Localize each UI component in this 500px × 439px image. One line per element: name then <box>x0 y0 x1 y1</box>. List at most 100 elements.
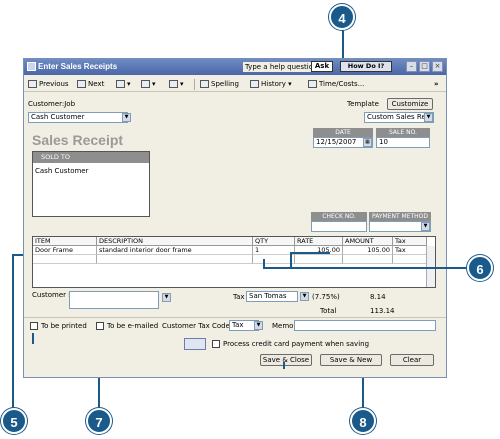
history-icon <box>250 80 259 88</box>
cell-description[interactable]: standard interior door frame <box>97 246 253 255</box>
toolbar-separator <box>194 79 195 90</box>
previous-icon <box>28 80 37 88</box>
callout-5-top <box>32 333 34 344</box>
callout-6-top <box>290 252 330 254</box>
sale-no-header: SALE NO. <box>376 128 430 137</box>
check-no-header: CHECK NO. <box>311 212 367 221</box>
col-description: DESCRIPTION <box>97 237 253 246</box>
tax-label: Tax <box>233 293 245 301</box>
callout-5: 5 <box>1 408 27 434</box>
tax-amount: 8.14 <box>370 293 386 301</box>
window-icon <box>27 62 36 71</box>
empty-cell[interactable] <box>33 255 97 264</box>
cell-item[interactable]: Door Frame <box>33 246 97 255</box>
toolbar: Previous Next ▾ ▾ ▾ Spelling History ▾ T… <box>24 76 446 92</box>
payment-method-header: PAYMENT METHOD <box>369 212 431 221</box>
empty-cell[interactable] <box>295 255 343 264</box>
history-button[interactable]: History ▾ <box>250 79 292 90</box>
time-icon <box>308 80 317 88</box>
empty-cell[interactable] <box>253 255 295 264</box>
callout-4: 4 <box>329 4 355 30</box>
form-title: Sales Receipt <box>32 132 124 148</box>
callout-6-vline-a <box>263 259 265 269</box>
close-button[interactable]: × <box>432 61 443 72</box>
memo-label: Memo <box>272 322 294 330</box>
callout-6: 6 <box>467 255 493 281</box>
cell-tax[interactable]: Tax <box>393 246 427 255</box>
to-be-emailed-label: To be e-mailed <box>107 322 159 330</box>
customer-message-field[interactable] <box>69 291 159 309</box>
sold-to-text: Cash Customer <box>35 167 89 175</box>
save-new-button[interactable]: Save & New <box>320 354 382 366</box>
empty-cell[interactable] <box>97 255 253 264</box>
email-icon <box>141 80 150 88</box>
find-icon <box>169 80 178 88</box>
payment-dropdown-icon[interactable]: ▼ <box>421 222 430 231</box>
how-do-i-button[interactable]: How Do I? <box>340 61 392 72</box>
template-label: Template <box>347 100 379 108</box>
spelling-icon <box>200 80 209 88</box>
ask-button[interactable]: Ask <box>311 61 333 72</box>
save-close-button[interactable]: Save & Close <box>260 354 312 366</box>
sales-receipt-window: Enter Sales Receipts Type a help questio… <box>23 58 447 378</box>
calendar-icon[interactable]: ▦ <box>363 138 372 147</box>
minimize-button[interactable]: – <box>406 61 417 72</box>
tax-rate: (7.75%) <box>312 293 340 301</box>
date-header: DATE <box>313 128 373 137</box>
sold-to-header: SOLD TO <box>33 152 149 163</box>
to-be-emailed-checkbox[interactable] <box>96 322 104 330</box>
tax-field[interactable]: San Tomas <box>246 291 298 302</box>
toolbar-more-icon[interactable]: » <box>434 79 439 90</box>
print-icon <box>116 80 125 88</box>
check-no-field[interactable] <box>311 221 367 232</box>
sale-no-field[interactable]: 10 <box>376 137 430 148</box>
find-button[interactable]: ▾ <box>169 79 184 90</box>
maximize-button[interactable]: □ <box>419 61 430 72</box>
customer-tax-code-label: Customer Tax Code <box>162 322 230 330</box>
callout-6-hline <box>263 267 468 269</box>
callout-8-v1 <box>283 362 285 369</box>
credit-card-label: Process credit card payment when saving <box>223 340 370 348</box>
col-rate: RATE <box>295 237 343 246</box>
empty-cell[interactable] <box>343 255 393 264</box>
cell-qty[interactable]: 1 <box>253 246 295 255</box>
empty-cell[interactable] <box>393 255 427 264</box>
total-value: 113.14 <box>370 307 395 315</box>
callout-7: 7 <box>86 408 112 434</box>
divider <box>24 317 446 318</box>
tax-code-dropdown-icon[interactable]: ▼ <box>254 321 263 330</box>
next-button[interactable]: Next <box>77 79 104 90</box>
print-button[interactable]: ▾ <box>116 79 131 90</box>
template-dropdown-icon[interactable]: ▼ <box>424 113 433 122</box>
help-prompt-label: Type a help question <box>243 62 320 72</box>
next-icon <box>77 80 86 88</box>
tax-dropdown-icon[interactable]: ▼ <box>300 292 309 301</box>
col-amount: AMOUNT <box>343 237 393 246</box>
to-be-printed-label: To be printed <box>41 322 87 330</box>
message-dropdown-icon[interactable]: ▼ <box>162 293 171 302</box>
customer-job-field[interactable]: Cash Customer <box>28 112 128 123</box>
col-tax: Tax <box>393 237 427 246</box>
customize-button[interactable]: Customize <box>387 98 433 110</box>
sold-to-box[interactable]: SOLD TO Cash Customer <box>32 151 150 217</box>
time-costs-button[interactable]: Time/Costs... <box>308 79 364 90</box>
callout-6-vline-b <box>290 252 292 269</box>
callout-5-line <box>12 254 14 410</box>
title-bar[interactable]: Enter Sales Receipts Type a help questio… <box>24 59 446 75</box>
customer-job-label: Customer:Job <box>28 100 76 108</box>
clear-button[interactable]: Clear <box>390 354 434 366</box>
memo-field[interactable] <box>294 320 436 331</box>
col-item: ITEM <box>33 237 97 246</box>
credit-card-icon <box>184 338 206 350</box>
callout-8: 8 <box>350 408 376 434</box>
credit-card-checkbox[interactable] <box>212 340 220 348</box>
previous-button[interactable]: Previous <box>28 79 69 90</box>
customer-dropdown-icon[interactable]: ▼ <box>122 113 131 122</box>
line-items-table: ITEM DESCRIPTION QTY RATE AMOUNT Tax Doo… <box>32 236 436 288</box>
spelling-button[interactable]: Spelling <box>200 79 239 90</box>
to-be-printed-checkbox[interactable] <box>30 322 38 330</box>
email-button[interactable]: ▾ <box>141 79 156 90</box>
window-title: Enter Sales Receipts <box>38 62 118 71</box>
col-qty: QTY <box>253 237 295 246</box>
cell-amount[interactable]: 105.00 <box>343 246 393 255</box>
